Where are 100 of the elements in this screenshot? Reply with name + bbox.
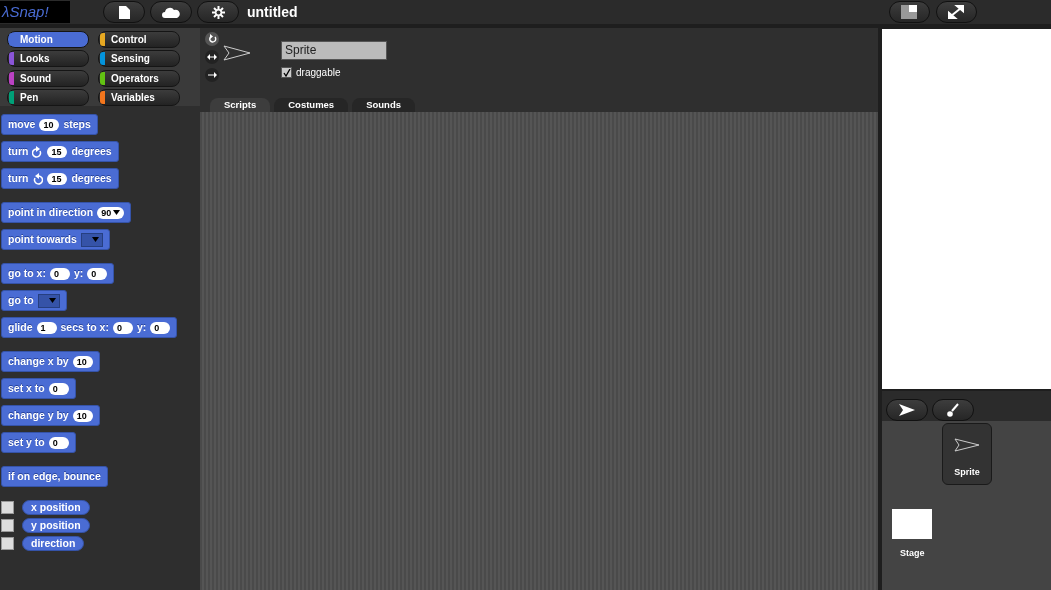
caret-icon <box>48 298 56 303</box>
block-label: point in direction <box>8 204 94 220</box>
number-slot[interactable]: 10 <box>72 409 93 422</box>
cloud-icon <box>162 6 180 18</box>
command-block[interactable]: move 10 steps <box>1 114 98 135</box>
category-button[interactable]: Looks <box>7 50 89 68</box>
checkmark-icon <box>283 69 291 77</box>
block-label: y: <box>136 319 147 335</box>
rotation-style-button[interactable] <box>205 50 219 64</box>
expand-icon <box>948 5 965 19</box>
file-button[interactable] <box>103 1 145 23</box>
cloud-button[interactable] <box>150 1 192 23</box>
block-label: set x to <box>8 380 45 396</box>
block-label: point towards <box>8 231 77 247</box>
command-block[interactable]: go to <box>1 290 67 311</box>
command-block[interactable]: glide 1 secs to x: 0 y: 0 <box>1 317 178 338</box>
right-arrow-icon <box>207 70 217 80</box>
counterclockwise-icon <box>32 172 44 185</box>
sprite-name-field[interactable]: Sprite <box>281 40 387 60</box>
number-slot[interactable]: 15 <box>47 145 68 158</box>
block-label: if on edge, bounce <box>8 468 101 484</box>
file-icon <box>118 5 130 19</box>
stage-size-icon <box>901 5 918 19</box>
block-label: turn <box>8 170 29 186</box>
left-right-arrow-icon <box>207 52 217 62</box>
logo[interactable]: λSnap! <box>0 1 70 23</box>
tab[interactable]: Costumes <box>274 98 349 112</box>
caret-icon <box>91 237 99 242</box>
command-block[interactable]: set x to 0 <box>1 378 76 399</box>
block-label: y: <box>73 265 84 281</box>
block-label: degrees <box>71 143 112 159</box>
arrow-sprite-icon <box>223 45 251 61</box>
number-slot[interactable]: 15 <box>47 172 68 185</box>
block-label: change x by <box>8 353 69 369</box>
rotate-icon <box>207 34 217 44</box>
arrow-icon <box>899 404 915 416</box>
stage-label: Stage <box>900 547 926 560</box>
sprite-name: Sprite <box>953 466 981 479</box>
block-label: go to x: <box>8 265 46 281</box>
command-block[interactable]: point towards <box>1 229 110 250</box>
command-block[interactable]: turn 15 degrees <box>1 168 119 189</box>
command-block[interactable]: change y by 10 <box>1 405 100 426</box>
command-block[interactable]: point in direction 90 <box>1 202 132 223</box>
command-block[interactable]: go to x: 0 y: 0 <box>1 263 115 284</box>
project-title: untitled <box>247 2 298 22</box>
draggable-checkbox[interactable] <box>281 67 292 78</box>
block-label: move <box>8 116 36 132</box>
command-block[interactable]: turn 15 degrees <box>1 141 119 162</box>
paint-sprite-button[interactable] <box>932 399 974 421</box>
rotation-style-button[interactable] <box>205 32 219 46</box>
command-block[interactable]: set y to 0 <box>1 432 76 453</box>
category-button[interactable]: Motion <box>7 31 89 48</box>
settings-button[interactable] <box>197 1 239 23</box>
caret-icon <box>113 210 121 215</box>
number-slot[interactable]: 0 <box>87 267 108 280</box>
category-button[interactable]: Variables <box>98 88 180 106</box>
tab[interactable]: Scripts <box>210 98 271 112</box>
category-button[interactable]: Control <box>98 31 180 48</box>
clockwise-icon <box>32 145 44 158</box>
category-button[interactable]: Operators <box>98 69 180 87</box>
dropdown-slot[interactable] <box>80 232 103 247</box>
reporter-block[interactable]: x position <box>22 500 90 515</box>
block-label: secs to x: <box>60 319 109 335</box>
block-label: glide <box>8 319 33 335</box>
number-slot[interactable]: 0 <box>150 321 171 334</box>
brush-icon <box>947 403 959 417</box>
dropdown-slot[interactable] <box>37 293 60 308</box>
checkbox[interactable] <box>1 537 14 550</box>
number-dropdown-slot[interactable]: 90 <box>97 206 125 219</box>
command-block[interactable]: if on edge, bounce <box>1 466 108 487</box>
settings-icon <box>211 5 225 19</box>
category-button[interactable]: Pen <box>7 88 89 106</box>
stage-size-button[interactable] <box>888 1 930 23</box>
tab[interactable]: Sounds <box>352 98 415 112</box>
number-slot[interactable]: 0 <box>49 267 70 280</box>
number-slot[interactable]: 10 <box>39 118 60 131</box>
new-turtle-sprite-button[interactable] <box>886 399 928 421</box>
number-slot[interactable]: 0 <box>48 436 69 449</box>
number-slot[interactable]: 0 <box>112 321 133 334</box>
checkbox[interactable] <box>1 519 14 532</box>
number-slot[interactable]: 10 <box>72 355 93 368</box>
block-label: turn <box>8 143 29 159</box>
draggable-label: draggable <box>296 66 341 80</box>
block-label: go to <box>8 292 34 308</box>
number-slot[interactable]: 1 <box>36 321 57 334</box>
number-slot[interactable]: 0 <box>48 382 69 395</box>
sprite-thumbnail[interactable]: Sprite <box>942 423 992 485</box>
category-button[interactable]: Sound <box>7 69 89 87</box>
block-label: degrees <box>71 170 112 186</box>
block-label: change y by <box>8 407 69 423</box>
block-label: set y to <box>8 434 45 450</box>
stage-thumbnail[interactable] <box>892 509 932 539</box>
block-label: steps <box>63 116 91 132</box>
fullscreen-button[interactable] <box>935 1 977 23</box>
checkbox[interactable] <box>1 501 14 514</box>
rotation-style-button[interactable] <box>205 68 219 82</box>
command-block[interactable]: change x by 10 <box>1 351 100 372</box>
reporter-block[interactable]: direction <box>22 536 85 551</box>
reporter-block[interactable]: y position <box>22 518 90 533</box>
category-button[interactable]: Sensing <box>98 50 180 68</box>
